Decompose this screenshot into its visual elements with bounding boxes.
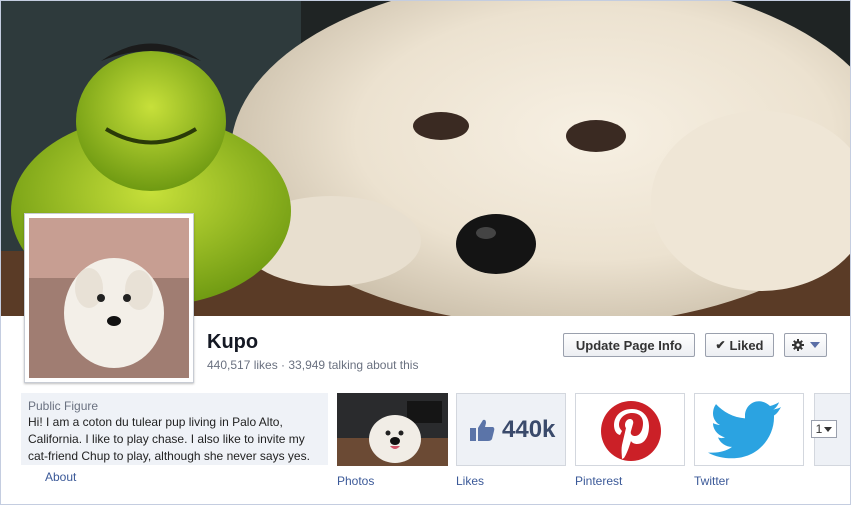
pinterest-tile[interactable] (575, 393, 685, 466)
pinterest-label[interactable]: Pinterest (575, 474, 622, 488)
chevron-down-icon (809, 342, 820, 348)
apps-count-value: 1 (815, 422, 823, 436)
gear-icon (791, 339, 804, 351)
page-stats: 440,517 likes · 33,949 talking about thi… (207, 358, 419, 372)
update-page-info-button[interactable]: Update Page Info (563, 333, 695, 357)
twitter-label[interactable]: Twitter (694, 474, 729, 488)
twitter-bird-icon (708, 401, 781, 459)
settings-menu-button[interactable] (784, 333, 827, 357)
photos-thumbnail (337, 393, 448, 466)
page-category: Public Figure (28, 399, 99, 413)
liked-button[interactable]: ✔ Liked (705, 333, 774, 357)
about-description: Hi! I am a coton du tulear pup living in… (28, 415, 310, 463)
checkmark-icon: ✔ (715, 338, 726, 352)
pinterest-logo-icon (601, 401, 661, 461)
likes-summary: 440k (469, 416, 555, 444)
liked-label: Liked (729, 337, 764, 353)
likes-tile[interactable]: 440k (456, 393, 566, 466)
about-box[interactable]: Public Figure Hi! I am a coton du tulear… (21, 393, 328, 465)
twitter-tile[interactable] (694, 393, 804, 466)
about-link[interactable]: About (45, 470, 76, 484)
chevron-down-icon (824, 426, 833, 432)
profile-picture[interactable] (24, 213, 194, 383)
likes-label[interactable]: Likes (456, 474, 484, 488)
profile-photo-image (29, 218, 189, 378)
facebook-page: Kupo 440,517 likes · 33,949 talking abou… (0, 0, 851, 505)
thumbs-up-icon (470, 419, 495, 441)
likes-count: 440k (502, 416, 556, 443)
photos-label[interactable]: Photos (337, 474, 374, 488)
page-title[interactable]: Kupo (207, 331, 258, 354)
apps-count-select[interactable]: 1 (811, 420, 837, 438)
photos-tile[interactable] (337, 393, 448, 466)
